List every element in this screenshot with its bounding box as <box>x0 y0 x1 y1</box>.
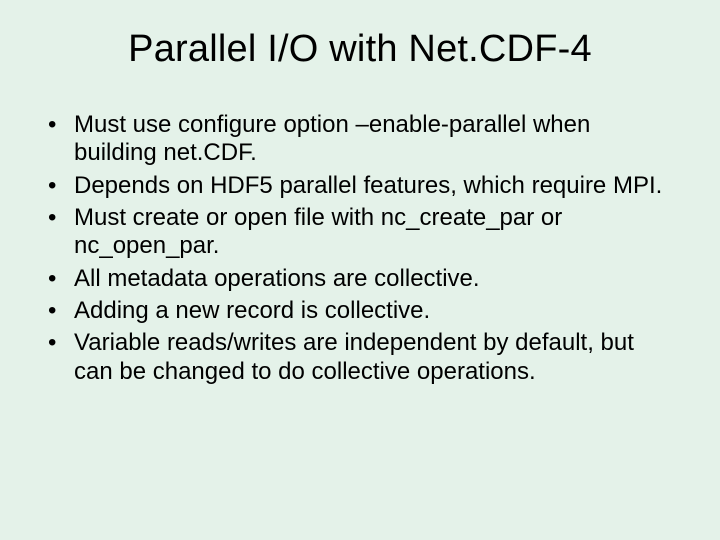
list-item: Adding a new record is collective. <box>46 297 674 325</box>
list-item: Must use configure option –enable-parall… <box>46 111 674 168</box>
bullet-list: Must use configure option –enable-parall… <box>40 111 680 386</box>
list-item: Depends on HDF5 parallel features, which… <box>46 172 674 200</box>
slide-title: Parallel I/O with Net.CDF-4 <box>40 28 680 71</box>
list-item: Variable reads/writes are independent by… <box>46 329 674 386</box>
slide: Parallel I/O with Net.CDF-4 Must use con… <box>0 0 720 540</box>
list-item: All metadata operations are collective. <box>46 265 674 293</box>
list-item: Must create or open file with nc_create_… <box>46 204 674 261</box>
